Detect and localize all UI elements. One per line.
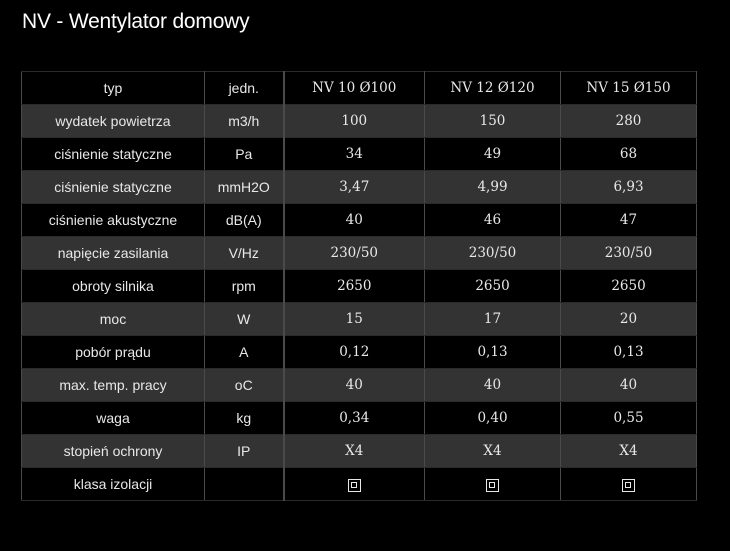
value-cell: 34 bbox=[283, 137, 425, 171]
value-cell: 100 bbox=[283, 104, 425, 138]
value-cell: 40 bbox=[424, 368, 561, 402]
unit-cell: dB(A) bbox=[204, 203, 285, 237]
table-row: ciśnienie statyczne mmH2O 3,47 4,99 6,93 bbox=[21, 170, 697, 204]
unit-cell: oC bbox=[204, 368, 285, 402]
value-cell: 40 bbox=[283, 203, 425, 237]
value-cell: 49 bbox=[424, 137, 561, 171]
value-cell: 3,47 bbox=[283, 170, 425, 204]
param-label: ciśnienie akustyczne bbox=[21, 203, 205, 237]
value-cell bbox=[283, 467, 425, 501]
param-label: max. temp. pracy bbox=[21, 368, 205, 402]
value-cell: 0,13 bbox=[424, 335, 561, 369]
param-label: klasa izolacji bbox=[21, 467, 205, 501]
value-cell: 40 bbox=[560, 368, 697, 402]
table-row: moc W 15 17 20 bbox=[21, 302, 697, 336]
value-cell: 68 bbox=[560, 137, 697, 171]
value-cell: 0,40 bbox=[424, 401, 561, 435]
value-cell: 230/50 bbox=[283, 236, 425, 270]
unit-cell: m3/h bbox=[204, 104, 285, 138]
param-label: pobór prądu bbox=[21, 335, 205, 369]
unit-cell: IP bbox=[204, 434, 285, 468]
param-label: ciśnienie statyczne bbox=[21, 170, 205, 204]
value-cell: X4 bbox=[424, 434, 561, 468]
value-cell: 6,93 bbox=[560, 170, 697, 204]
header-row: typ jedn. NV 10 Ø100 NV 12 Ø120 NV 15 Ø1… bbox=[21, 71, 697, 105]
value-cell: 47 bbox=[560, 203, 697, 237]
table-row-insulation: klasa izolacji bbox=[21, 467, 697, 501]
value-cell: 17 bbox=[424, 302, 561, 336]
value-cell: 230/50 bbox=[560, 236, 697, 270]
param-label: waga bbox=[21, 401, 205, 435]
value-cell: 2650 bbox=[283, 269, 425, 303]
param-label: napięcie zasilania bbox=[21, 236, 205, 270]
value-cell: X4 bbox=[283, 434, 425, 468]
double-insulation-icon bbox=[347, 478, 361, 492]
param-label: stopień ochrony bbox=[21, 434, 205, 468]
double-insulation-icon bbox=[486, 478, 499, 492]
table-row: ciśnienie akustyczne dB(A) 40 46 47 bbox=[21, 203, 697, 237]
value-cell: 4,99 bbox=[424, 170, 561, 204]
unit-cell: V/Hz bbox=[204, 236, 285, 270]
value-cell: 150 bbox=[424, 104, 561, 138]
table-row: napięcie zasilania V/Hz 230/50 230/50 23… bbox=[21, 236, 697, 270]
unit-cell: W bbox=[204, 302, 285, 336]
value-cell bbox=[560, 467, 697, 501]
value-cell: 0,13 bbox=[560, 335, 697, 369]
param-label: ciśnienie statyczne bbox=[21, 137, 205, 171]
table-row: stopień ochrony IP X4 X4 X4 bbox=[21, 434, 697, 468]
header-unit: jedn. bbox=[204, 71, 285, 105]
double-insulation-icon bbox=[622, 478, 635, 492]
table-row: pobór prądu A 0,12 0,13 0,13 bbox=[21, 335, 697, 369]
value-cell: 2650 bbox=[560, 269, 697, 303]
header-param: typ bbox=[21, 71, 205, 105]
page-title: NV - Wentylator domowy bbox=[22, 10, 250, 33]
param-label: wydatek powietrza bbox=[21, 104, 205, 138]
param-label: moc bbox=[21, 302, 205, 336]
value-cell: 280 bbox=[560, 104, 697, 138]
unit-cell: mmH2O bbox=[204, 170, 285, 204]
unit-cell: rpm bbox=[204, 269, 285, 303]
table-row: max. temp. pracy oC 40 40 40 bbox=[21, 368, 697, 402]
header-model: NV 15 Ø150 bbox=[560, 71, 697, 105]
value-cell: 46 bbox=[424, 203, 561, 237]
table-row: wydatek powietrza m3/h 100 150 280 bbox=[21, 104, 697, 138]
header-model: NV 10 Ø100 bbox=[283, 71, 425, 105]
unit-cell: A bbox=[204, 335, 285, 369]
value-cell: 40 bbox=[283, 368, 425, 402]
param-label: obroty silnika bbox=[21, 269, 205, 303]
value-cell: 2650 bbox=[424, 269, 561, 303]
table-row: waga kg 0,34 0,40 0,55 bbox=[21, 401, 697, 435]
value-cell: X4 bbox=[560, 434, 697, 468]
value-cell: 15 bbox=[283, 302, 425, 336]
table-row: ciśnienie statyczne Pa 34 49 68 bbox=[21, 137, 697, 171]
value-cell: 0,34 bbox=[283, 401, 425, 435]
value-cell bbox=[424, 467, 561, 501]
value-cell: 20 bbox=[560, 302, 697, 336]
value-cell: 0,12 bbox=[283, 335, 425, 369]
unit-cell: kg bbox=[204, 401, 285, 435]
value-cell: 0,55 bbox=[560, 401, 697, 435]
spec-table: typ jedn. NV 10 Ø100 NV 12 Ø120 NV 15 Ø1… bbox=[21, 71, 697, 501]
header-model: NV 12 Ø120 bbox=[424, 71, 561, 105]
value-cell: 230/50 bbox=[424, 236, 561, 270]
unit-cell: Pa bbox=[204, 137, 285, 171]
unit-cell bbox=[204, 467, 285, 501]
table-row: obroty silnika rpm 2650 2650 2650 bbox=[21, 269, 697, 303]
